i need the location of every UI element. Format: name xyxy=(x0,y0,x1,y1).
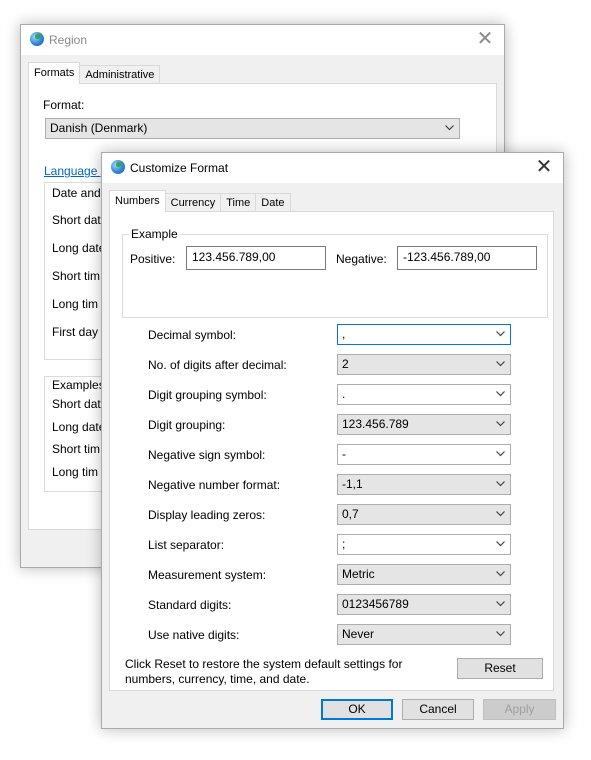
negative-sign-symbol-value: - xyxy=(342,447,346,461)
tab-date[interactable]: Date xyxy=(255,193,291,212)
region-titlebar[interactable]: Region ✕ xyxy=(21,25,504,55)
list-separator-value: ; xyxy=(342,537,346,551)
digit-grouping-value: 123.456.789 xyxy=(342,417,409,431)
examples-title: Examples xyxy=(52,378,105,392)
region-title: Region xyxy=(49,33,88,47)
use-native-digits-select[interactable]: Never xyxy=(337,624,511,645)
chevron-down-icon xyxy=(496,391,505,397)
digit-grouping-label: Digit grouping: xyxy=(148,418,226,432)
negative-sign-symbol-select[interactable]: - xyxy=(337,444,511,465)
digits-after-decimal-value: 2 xyxy=(342,357,349,371)
negative-example-field[interactable]: -123.456.789,00 xyxy=(397,246,537,270)
chevron-down-icon xyxy=(496,361,505,367)
example-title: Example xyxy=(129,227,180,241)
format-value: Danish (Denmark) xyxy=(50,121,148,135)
chevron-down-icon xyxy=(496,451,505,457)
measurement-system-value: Metric xyxy=(342,567,375,581)
long-time-label: Long tim xyxy=(52,297,99,311)
decimal-symbol-select[interactable]: , xyxy=(337,324,511,345)
digit-grouping-symbol-value: . xyxy=(342,387,346,401)
display-leading-zeros-value: 0,7 xyxy=(342,507,359,521)
chevron-down-icon xyxy=(496,331,505,337)
customize-title: Customize Format xyxy=(130,161,229,175)
use-native-digits-label: Use native digits: xyxy=(148,628,240,642)
digit-grouping-symbol-select[interactable]: . xyxy=(337,384,511,405)
standard-digits-label: Standard digits: xyxy=(148,598,232,612)
format-select[interactable]: Danish (Denmark) xyxy=(45,118,460,139)
tab-currency[interactable]: Currency xyxy=(164,193,222,212)
standard-digits-select[interactable]: 0123456789 xyxy=(337,594,511,615)
digit-grouping-symbol-label: Digit grouping symbol: xyxy=(148,388,267,402)
chevron-down-icon xyxy=(496,571,505,577)
globe-icon xyxy=(111,160,125,174)
reset-hint-line1: Click Reset to restore the system defaul… xyxy=(125,657,403,671)
tab-administrative[interactable]: Administrative xyxy=(79,65,161,84)
list-separator-label: List separator: xyxy=(148,538,225,552)
example-short-date: Short dat xyxy=(52,397,101,411)
close-icon[interactable]: ✕ xyxy=(474,28,496,50)
chevron-down-icon xyxy=(496,511,505,517)
decimal-symbol-label: Decimal symbol: xyxy=(148,328,237,342)
measurement-system-select[interactable]: Metric xyxy=(337,564,511,585)
format-label: Format: xyxy=(43,98,85,112)
reset-button[interactable]: Reset xyxy=(457,658,543,679)
tab-time[interactable]: Time xyxy=(220,193,257,212)
first-day-label: First day c xyxy=(52,325,108,339)
chevron-down-icon xyxy=(496,541,505,547)
decimal-symbol-value: , xyxy=(342,327,346,341)
chevron-down-icon xyxy=(496,601,505,607)
display-leading-zeros-label: Display leading zeros: xyxy=(148,508,266,522)
chevron-down-icon xyxy=(496,421,505,427)
negative-label: Negative: xyxy=(336,252,387,266)
use-native-digits-value: Never xyxy=(342,627,375,641)
positive-example-field[interactable]: 123.456.789,00 xyxy=(186,246,326,270)
negative-number-format-value: -1,1 xyxy=(342,477,363,491)
negative-number-format-label: Negative number format: xyxy=(148,478,281,492)
apply-button[interactable]: Apply xyxy=(483,699,556,720)
short-time-label: Short tim xyxy=(52,269,101,283)
display-leading-zeros-select[interactable]: 0,7 xyxy=(337,504,511,525)
chevron-down-icon xyxy=(496,631,505,637)
digits-after-decimal-label: No. of digits after decimal: xyxy=(148,358,287,372)
standard-digits-value: 0123456789 xyxy=(342,597,409,611)
measurement-system-label: Measurement system: xyxy=(148,568,267,582)
chevron-down-icon xyxy=(445,125,454,131)
globe-icon xyxy=(30,32,44,46)
cancel-button[interactable]: Cancel xyxy=(402,699,474,720)
negative-sign-symbol-label: Negative sign symbol: xyxy=(148,448,266,462)
short-date-label: Short dat xyxy=(52,213,101,227)
long-date-label: Long date xyxy=(52,241,106,255)
example-short-time: Short tim xyxy=(52,442,101,456)
example-long-time: Long tim xyxy=(52,465,99,479)
digits-after-decimal-select[interactable]: 2 xyxy=(337,354,511,375)
customize-format-dialog: Customize Format ✕ Numbers Currency Time… xyxy=(101,152,564,729)
numbers-panel: Example Positive: 123.456.789,00 Negativ… xyxy=(109,211,554,691)
example-long-date: Long date xyxy=(52,420,106,434)
tab-numbers[interactable]: Numbers xyxy=(109,190,166,212)
reset-hint-line2: numbers, currency, time, and date. xyxy=(125,672,310,686)
language-link[interactable]: Language p xyxy=(44,164,107,178)
digit-grouping-select[interactable]: 123.456.789 xyxy=(337,414,511,435)
list-separator-select[interactable]: ; xyxy=(337,534,511,555)
positive-label: Positive: xyxy=(130,252,176,266)
date-group-title: Date and xyxy=(52,186,101,200)
chevron-down-icon xyxy=(496,481,505,487)
customize-titlebar[interactable]: Customize Format ✕ xyxy=(102,153,563,183)
negative-number-format-select[interactable]: -1,1 xyxy=(337,474,511,495)
tab-formats[interactable]: Formats xyxy=(28,62,81,84)
ok-button[interactable]: OK xyxy=(321,699,393,720)
close-icon[interactable]: ✕ xyxy=(533,156,555,178)
